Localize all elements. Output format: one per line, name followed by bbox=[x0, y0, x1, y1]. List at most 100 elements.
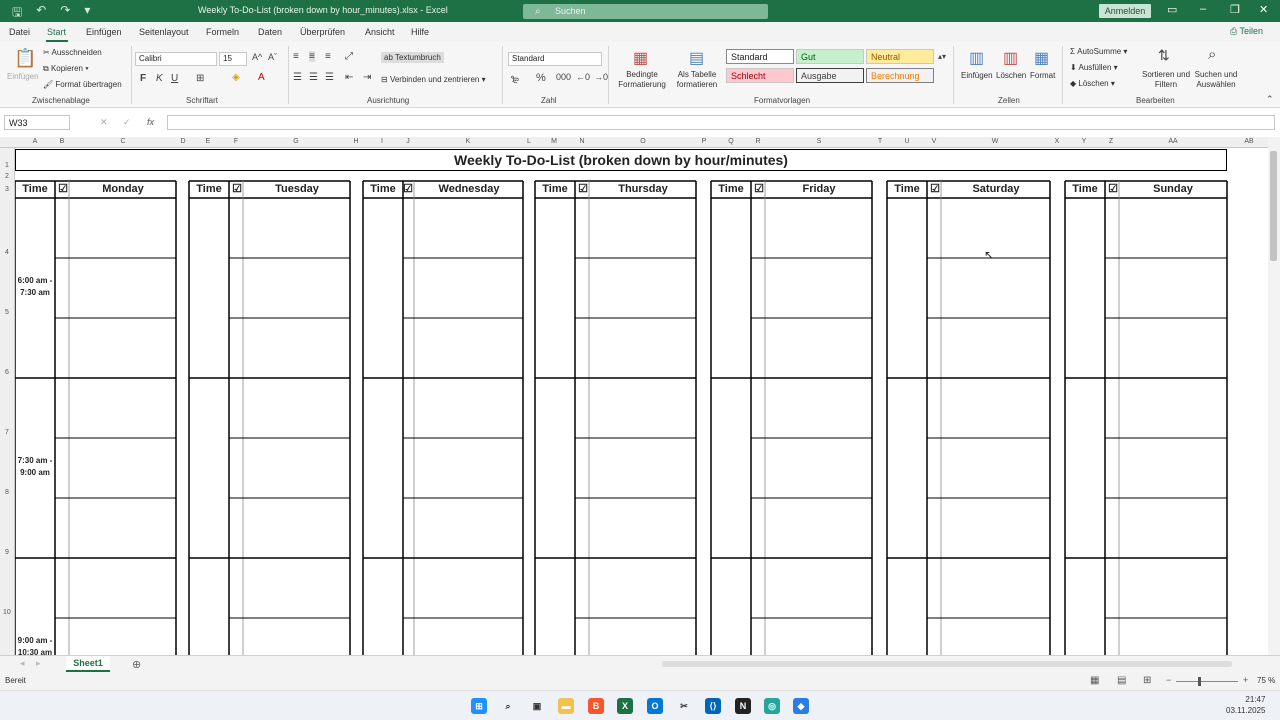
format-cells-icon[interactable]: ▦ bbox=[1034, 48, 1049, 68]
save-icon[interactable]: 🖫 bbox=[12, 3, 22, 24]
close-icon[interactable]: ✕ bbox=[1259, 3, 1268, 16]
increase-indent-icon[interactable]: ⇥ bbox=[363, 72, 371, 83]
zoom-slider-thumb[interactable] bbox=[1198, 677, 1201, 686]
align-center-icon[interactable]: ☰ bbox=[309, 72, 318, 83]
time-header[interactable]: Time bbox=[535, 182, 575, 198]
check-header[interactable]: ☑ bbox=[753, 182, 765, 198]
align-left-icon[interactable]: ☰ bbox=[293, 72, 302, 83]
notion-app-icon[interactable]: N bbox=[735, 698, 751, 714]
row-header[interactable]: 9 bbox=[5, 549, 9, 556]
decrease-indent-icon[interactable]: ⇤ bbox=[345, 72, 353, 83]
font-color-icon[interactable]: A bbox=[258, 72, 265, 83]
column-header[interactable]: R bbox=[755, 138, 760, 145]
column-header[interactable]: O bbox=[640, 138, 645, 145]
paste-icon[interactable]: 📋 bbox=[14, 48, 36, 69]
day-header-saturday[interactable]: Saturday bbox=[942, 182, 1050, 198]
row-header[interactable]: 3 bbox=[5, 186, 9, 193]
tab-file[interactable]: Datei bbox=[9, 27, 30, 37]
tab-review[interactable]: Überprüfen bbox=[300, 27, 345, 37]
function-icon[interactable]: fx bbox=[147, 117, 154, 127]
fill-button[interactable]: ⬇ Ausfüllen ▾ bbox=[1070, 63, 1118, 72]
day-header-wednesday[interactable]: Wednesday bbox=[415, 182, 523, 198]
zoom-level[interactable]: 75 % bbox=[1257, 676, 1275, 685]
increase-decimal-icon[interactable]: ←0 bbox=[576, 72, 590, 82]
merge-center-button[interactable]: ⊟ Verbinden und zentrieren ▾ bbox=[381, 75, 486, 84]
zoom-out-icon[interactable]: − bbox=[1166, 675, 1171, 685]
column-header[interactable]: B bbox=[60, 138, 65, 145]
decrease-font-icon[interactable]: Aˇ bbox=[268, 52, 277, 62]
column-header[interactable]: X bbox=[1055, 138, 1060, 145]
time-header[interactable]: Time bbox=[711, 182, 751, 198]
check-header[interactable]: ☑ bbox=[231, 182, 243, 198]
row-header[interactable]: 1 bbox=[5, 162, 9, 169]
copy-button[interactable]: ⧉ Kopieren ▾ bbox=[43, 64, 89, 74]
column-header[interactable]: Z bbox=[1109, 138, 1113, 145]
undo-icon[interactable]: ↶ bbox=[36, 3, 46, 24]
column-header[interactable]: T bbox=[878, 138, 882, 145]
row-header[interactable]: 10 bbox=[3, 609, 11, 616]
column-header[interactable]: E bbox=[206, 138, 211, 145]
tab-start[interactable]: Start bbox=[47, 27, 66, 37]
conditional-formatting-icon[interactable]: ▦ bbox=[633, 48, 648, 68]
customize-qat-icon[interactable]: ▾ bbox=[84, 3, 90, 24]
column-header[interactable]: G bbox=[293, 138, 298, 145]
column-header[interactable]: A bbox=[33, 138, 38, 145]
zoom-in-icon[interactable]: + bbox=[1243, 675, 1248, 685]
paste-label[interactable]: Einfügen bbox=[7, 72, 39, 81]
page-break-view-icon[interactable]: ⊞ bbox=[1143, 675, 1151, 686]
fill-color-icon[interactable]: ◈ bbox=[232, 72, 240, 83]
column-header[interactable]: AA bbox=[1168, 138, 1177, 145]
day-header-friday[interactable]: Friday bbox=[766, 182, 872, 198]
tab-view[interactable]: Ansicht bbox=[365, 27, 395, 37]
style-bad[interactable]: Schlecht bbox=[726, 68, 794, 83]
system-clock[interactable]: 21:47 03.11.2025 bbox=[1226, 694, 1265, 716]
style-standard[interactable]: Standard bbox=[726, 49, 794, 64]
cut-button[interactable]: ✂ Ausschneiden bbox=[43, 48, 102, 57]
add-sheet-icon[interactable]: ⊕ bbox=[132, 658, 141, 671]
column-header[interactable]: L bbox=[527, 138, 531, 145]
worksheet-grid[interactable]: Weekly To-Do-List (broken down by hour/m… bbox=[15, 148, 1268, 655]
align-middle-icon[interactable]: ≡ bbox=[309, 51, 315, 62]
brave-browser-icon[interactable]: B bbox=[588, 698, 604, 714]
column-header[interactable]: C bbox=[120, 138, 125, 145]
search-taskbar-icon[interactable]: ⌕ bbox=[500, 698, 516, 714]
snipping-tool-icon[interactable]: ✂ bbox=[676, 698, 692, 714]
clear-button[interactable]: ◆ Löschen ▾ bbox=[1070, 79, 1115, 88]
styles-more-icon[interactable]: ▴▾ bbox=[938, 52, 946, 61]
wrap-text-button[interactable]: ab Textumbruch bbox=[381, 52, 444, 63]
column-header[interactable]: AB bbox=[1244, 138, 1253, 145]
column-header[interactable]: M bbox=[551, 138, 557, 145]
sheet-nav-prev-icon[interactable]: ◂ bbox=[20, 658, 25, 669]
delete-cells-icon[interactable]: ▥ bbox=[1003, 48, 1018, 68]
column-header[interactable]: N bbox=[579, 138, 584, 145]
check-header[interactable]: ☑ bbox=[929, 182, 941, 198]
file-explorer-icon[interactable]: ▬ bbox=[558, 698, 574, 714]
page-layout-view-icon[interactable]: ▤ bbox=[1117, 675, 1126, 686]
decrease-decimal-icon[interactable]: →0 bbox=[594, 72, 608, 82]
insert-cells-button[interactable]: Einfügen bbox=[961, 71, 993, 80]
time-header[interactable]: Time bbox=[887, 182, 927, 198]
sheet-tab-sheet1[interactable]: Sheet1 bbox=[66, 656, 110, 672]
column-header[interactable]: Y bbox=[1082, 138, 1087, 145]
name-box[interactable]: W33 bbox=[4, 115, 70, 130]
row-header[interactable]: 2 bbox=[5, 173, 9, 180]
format-as-table-icon[interactable]: ▤ bbox=[689, 48, 704, 68]
time-header[interactable]: Time bbox=[1065, 182, 1105, 198]
column-header[interactable]: U bbox=[904, 138, 909, 145]
row-header[interactable]: 7 bbox=[5, 429, 9, 436]
align-right-icon[interactable]: ☰ bbox=[325, 72, 334, 83]
column-header[interactable]: F bbox=[234, 138, 238, 145]
column-header[interactable]: K bbox=[466, 138, 471, 145]
column-header[interactable]: D bbox=[180, 138, 185, 145]
copilot-app-icon[interactable]: ◎ bbox=[764, 698, 780, 714]
tab-formulas[interactable]: Formeln bbox=[206, 27, 239, 37]
number-format-select[interactable]: Standard bbox=[508, 52, 602, 66]
column-header[interactable]: H bbox=[353, 138, 358, 145]
column-header[interactable]: P bbox=[702, 138, 707, 145]
format-cells-button[interactable]: Format bbox=[1030, 71, 1055, 80]
style-calculation[interactable]: Berechnung bbox=[866, 68, 934, 83]
borders-icon[interactable]: ⊞ bbox=[196, 73, 204, 84]
day-header-monday[interactable]: Monday bbox=[70, 182, 176, 198]
horizontal-scrollbar[interactable] bbox=[662, 661, 1232, 667]
vertical-scrollbar[interactable] bbox=[1268, 137, 1280, 655]
